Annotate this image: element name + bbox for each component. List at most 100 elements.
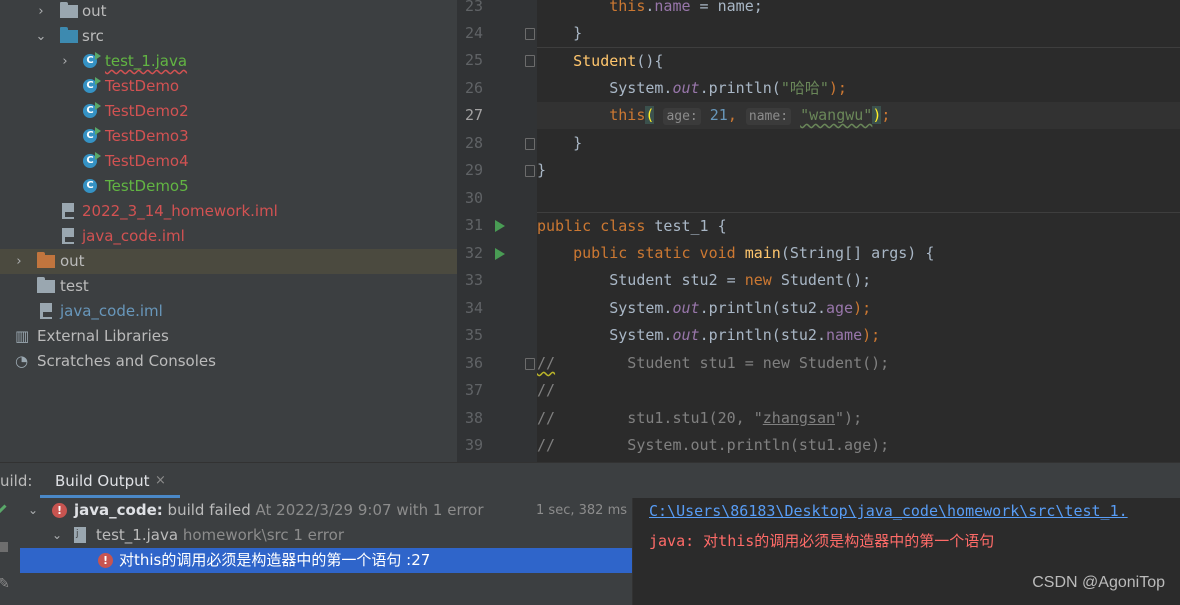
tree-item[interactable]: C TestDemo [0,74,457,99]
code-text: ); [862,326,881,344]
gutter-line[interactable]: 36 [457,350,537,377]
gutter-line[interactable]: 33 [457,267,537,294]
tree-item[interactable]: java_code.iml [0,224,457,249]
build-tool-title: uild: [0,472,33,490]
gutter-line[interactable]: 31 [457,212,537,239]
tree-item-label: test [60,277,89,295]
fold-icon[interactable] [525,165,535,177]
chevron-down-icon[interactable]: ⌄ [28,498,38,523]
fold-icon[interactable] [525,28,535,40]
gutter-line[interactable]: 26 [457,75,537,102]
tree-item-label: TestDemo5 [105,177,189,195]
tree-item[interactable]: › out [0,0,457,24]
stop-icon[interactable] [0,542,8,552]
kw-new: new [744,271,781,289]
code-line-27: this( age: 21, name: "wangwu"); [537,102,1180,129]
gutter-line[interactable]: 34 [457,295,537,322]
tree-item[interactable]: C TestDemo4 [0,149,457,174]
tree-item-label: Scratches and Consoles [37,352,216,370]
code-line-32: public static void main(String[] args) { [537,240,1180,267]
gutter-line[interactable]: 30 [457,185,537,212]
java-class-icon: C [83,127,101,143]
fold-icon[interactable] [525,358,535,370]
tree-item[interactable]: › out [0,249,457,274]
gutter-line[interactable]: 32 [457,240,537,267]
field-name: name [654,0,691,15]
close-icon[interactable]: × [155,473,166,488]
tree-item[interactable]: test [0,274,457,299]
build-file-row[interactable]: ⌄ test_1.java homework\src 1 error [20,523,632,548]
chevron-down-icon[interactable]: ⌄ [34,24,48,49]
hammer-icon[interactable] [0,504,16,524]
gutter-line[interactable]: 37 [457,377,537,404]
run-icon[interactable] [495,248,505,260]
build-results-tree: ⌄ ! java_code: build failed At 2022/3/29… [20,498,632,605]
code-text: ); [828,79,847,97]
gutter-line[interactable]: 29 [457,157,537,184]
code-line-25: Student(){ [537,47,1180,75]
code-line-37: // [537,377,1180,404]
fold-icon[interactable] [525,55,535,67]
code-text: Student(); [780,271,872,289]
build-root-row[interactable]: ⌄ ! java_code: build failed At 2022/3/29… [20,498,632,523]
tree-item-label: TestDemo3 [105,127,189,145]
code-text: .println(stu2. [699,326,826,344]
chevron-down-icon[interactable]: ⌄ [52,523,62,548]
tab-build-output[interactable]: Build Output × [40,463,180,498]
java-class-icon: C [83,152,101,168]
tree-item[interactable]: › Ctest_1.java [0,49,457,74]
gutter-line[interactable]: 35 [457,322,537,349]
java-class-icon: C [83,179,97,193]
tree-item[interactable]: ⌄ src [0,24,457,49]
tree-item-label: test_1.java [105,52,188,70]
chevron-right-icon[interactable]: › [12,249,26,274]
code-line-34: System.out.println(stu2.age); [537,295,1180,322]
watermark: CSDN @AgoniTop [1032,574,1165,591]
code-editor[interactable]: this.name = name; } Student(){ System.ou… [537,0,1180,462]
param-hint-name: name: [745,108,792,125]
line-number: 32 [464,244,483,262]
file-name: test_1.java [96,526,179,544]
error-message: 对this的调用必须是构造器中的第一个语句 :27 [119,551,431,569]
module-file-icon [40,303,52,319]
line-number: 39 [464,436,483,454]
error-file-link[interactable]: C:\Users\86183\Desktop\java_code\homewor… [649,502,1128,520]
tree-item[interactable]: C TestDemo2 [0,99,457,124]
tree-item[interactable]: 2022_3_14_homework.iml [0,199,457,224]
code-line-38: // stu1.stu1(20, "zhangsan"); [537,405,1180,432]
wrench-icon[interactable]: ✎ [0,576,10,592]
chevron-right-icon[interactable]: › [34,0,48,24]
gutter-line[interactable]: 27 [457,102,537,129]
gutter-line[interactable]: 38 [457,405,537,432]
tree-item[interactable]: C TestDemo3 [0,124,457,149]
tree-item[interactable]: C TestDemo5 [0,174,457,199]
code-text: .println( [699,79,781,97]
gutter-line[interactable]: 28 [457,130,537,157]
tree-item[interactable]: java_code.iml [0,299,457,324]
comment-text: // [537,381,556,399]
tree-item[interactable]: ◔ Scratches and Consoles [0,349,457,374]
module-file-icon [62,203,74,219]
gutter-line[interactable]: 25 [457,47,537,74]
build-error-row[interactable]: ! 对this的调用必须是构造器中的第一个语句 :27 [20,548,632,573]
java-class-icon: C [83,102,101,118]
editor-gutter: 23 24 25 26 27 28 29 30 31 32 33 34 35 36 37 38 39 [457,0,537,462]
string-literal: "wangwu" [800,106,873,124]
line-number: 29 [464,161,483,179]
code-line-39: // System.out.println(stu1.age); [537,432,1180,459]
code-text: } [537,161,547,179]
chevron-right-icon[interactable]: › [58,49,72,74]
tree-item-label: TestDemo [105,77,180,95]
code-line-28: } [537,130,1180,157]
paren-close: ) [872,106,882,124]
gutter-line[interactable]: 23 [457,0,537,20]
run-icon[interactable] [495,220,505,232]
line-number: 33 [464,271,483,289]
number-literal: 21 [709,106,728,124]
gutter-line[interactable]: 39 [457,432,537,459]
string-literal: "哈哈" [780,79,829,97]
tree-item[interactable]: ▥ External Libraries [0,324,457,349]
gutter-line[interactable]: 24 [457,20,537,47]
build-duration: 1 sec, 382 ms [536,503,627,518]
fold-icon[interactable] [525,138,535,150]
